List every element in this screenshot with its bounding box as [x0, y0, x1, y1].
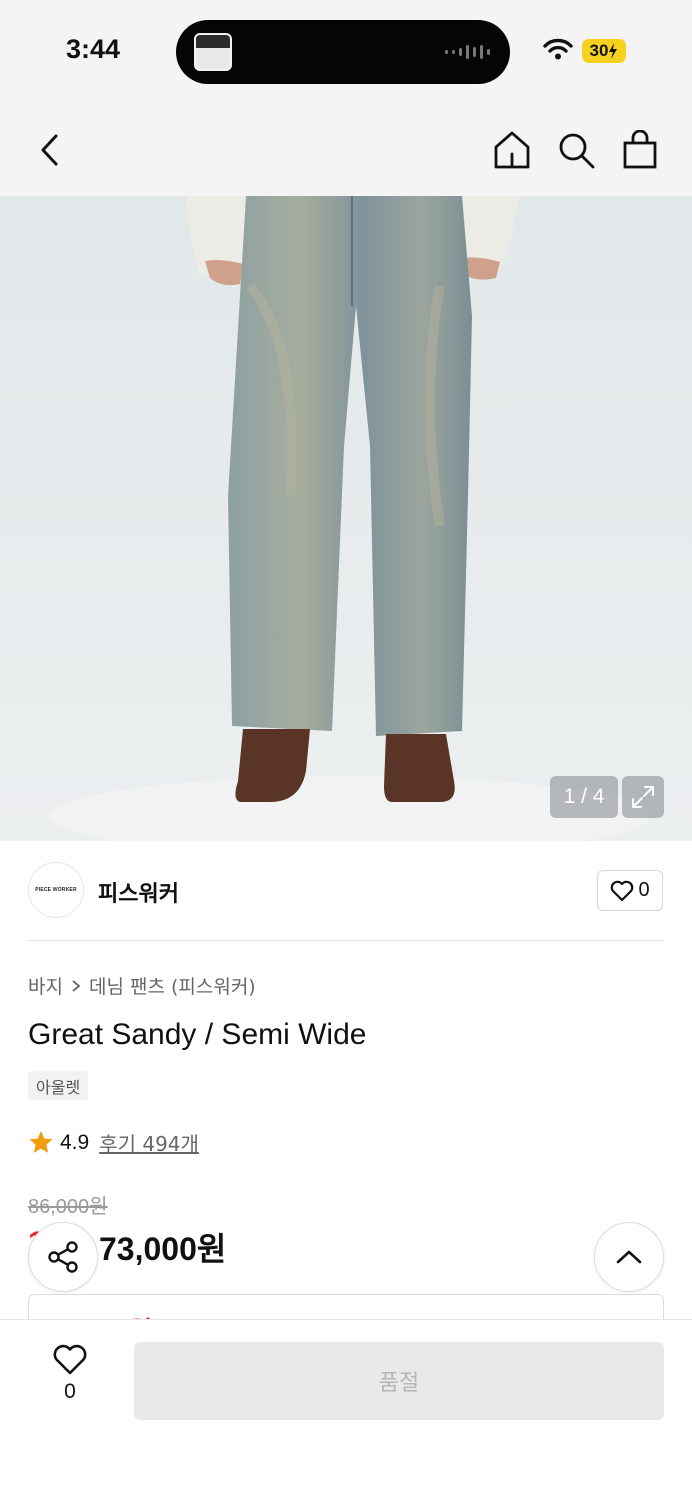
- sale-price: 73,000원: [99, 1231, 227, 1267]
- breadcrumb-category[interactable]: 바지: [28, 972, 63, 999]
- review-link[interactable]: 후기 494개: [99, 1128, 199, 1157]
- now-playing-thumbnail: [194, 33, 232, 71]
- brand-name[interactable]: 피스워커: [98, 876, 179, 908]
- home-button[interactable]: [490, 128, 534, 172]
- bottom-action-bar: 0 품절: [0, 1319, 692, 1500]
- breadcrumb-subcategory[interactable]: 데님 팬츠 (피스워커): [89, 972, 256, 999]
- heart-icon: [53, 1344, 87, 1375]
- home-icon: [494, 131, 530, 169]
- charging-bolt-icon: [609, 43, 618, 59]
- search-button[interactable]: [554, 128, 598, 172]
- audio-wave-icon: [445, 42, 490, 62]
- bag-icon: [623, 130, 657, 169]
- cart-button[interactable]: [618, 128, 662, 172]
- brand-like-button[interactable]: 0: [597, 870, 663, 911]
- product-image[interactable]: [0, 196, 692, 841]
- expand-image-button[interactable]: [622, 776, 664, 818]
- expand-icon: [632, 786, 654, 808]
- dynamic-island: [176, 20, 510, 84]
- breadcrumb: 바지 데님 팬츠 (피스워커): [28, 972, 256, 999]
- brand-logo-text: PIECE WORKER: [35, 887, 77, 893]
- chevron-right-icon: [72, 979, 81, 992]
- brand-like-count: 0: [638, 879, 650, 901]
- top-navigation: [0, 100, 692, 196]
- wish-count: 0: [64, 1380, 76, 1403]
- scroll-top-button[interactable]: [594, 1222, 664, 1292]
- search-icon: [559, 133, 595, 169]
- rating-row: 4.9 후기 494개: [28, 1128, 199, 1157]
- divider: [28, 940, 664, 941]
- share-button[interactable]: [28, 1222, 98, 1292]
- heart-icon: [611, 880, 634, 901]
- brand-logo[interactable]: PIECE WORKER: [28, 862, 84, 918]
- original-price: 86,000원: [28, 1196, 108, 1218]
- status-bar: 3:44 30: [0, 0, 692, 100]
- image-counter: 1 / 4: [550, 776, 618, 818]
- wifi-icon: [543, 38, 573, 60]
- status-time: 3:44: [66, 34, 121, 64]
- star-icon: [29, 1131, 53, 1153]
- product-title: Great Sandy / Semi Wide: [28, 1018, 367, 1051]
- share-icon: [48, 1241, 78, 1273]
- battery-level: 30: [589, 41, 609, 60]
- sold-out-button[interactable]: 품절: [134, 1342, 664, 1420]
- battery-icon: 30: [582, 39, 626, 63]
- back-icon: [41, 134, 58, 166]
- rating-value: 4.9: [60, 1130, 90, 1154]
- back-button[interactable]: [28, 128, 72, 172]
- outlet-tag: 아울렛: [28, 1071, 89, 1100]
- wish-button[interactable]: 0: [40, 1344, 100, 1434]
- product-photo: [0, 196, 692, 841]
- chevron-up-icon: [616, 1250, 642, 1264]
